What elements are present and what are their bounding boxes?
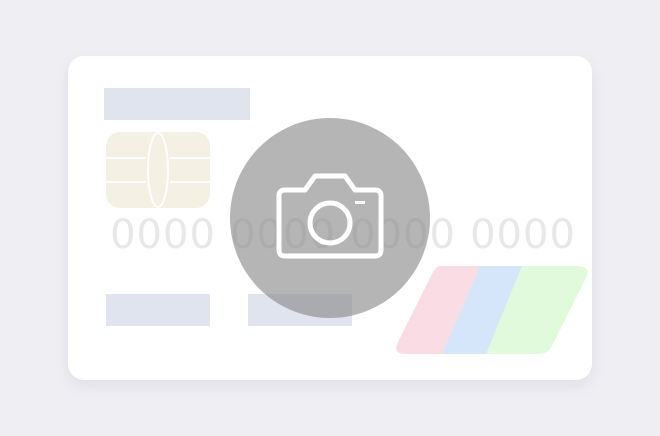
- camera-icon: [275, 168, 385, 268]
- card-image-placeholder: 0000 0000 0000 0000: [0, 0, 660, 436]
- card-brand-stripes-icon: [392, 262, 592, 358]
- card-chip-icon: [106, 132, 210, 208]
- card-number-group: 0000: [470, 212, 576, 258]
- expiry-placeholder: [106, 294, 210, 326]
- cardholder-name-placeholder: [104, 88, 250, 120]
- card-number-group: 0000: [110, 212, 216, 258]
- upload-photo-button[interactable]: [230, 118, 430, 318]
